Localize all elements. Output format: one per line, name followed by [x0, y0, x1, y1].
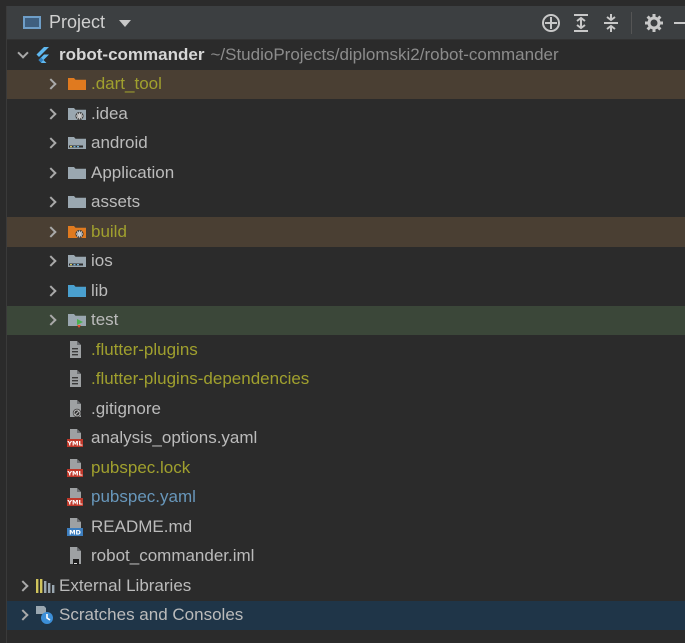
svg-text:YML: YML: [67, 469, 83, 477]
folder-icon: [67, 193, 87, 211]
project-toolbar: Project: [7, 6, 685, 40]
chevron-right-icon[interactable]: [45, 196, 57, 208]
tree-item-label: pubspec.yaml: [91, 487, 196, 507]
tree-file-flutter-plugins-dependencies[interactable]: .flutter-plugins-dependencies: [7, 365, 685, 395]
tree-file-pubspec-yaml[interactable]: YML pubspec.yaml: [7, 483, 685, 513]
svg-text:YML: YML: [67, 499, 83, 507]
collapse-all-icon[interactable]: [597, 9, 625, 37]
hide-icon[interactable]: [674, 21, 685, 24]
iml-file-icon: [67, 547, 87, 566]
ignore-file-icon: [67, 399, 87, 418]
tree-node-scratches-and-consoles[interactable]: Scratches and Consoles: [7, 600, 685, 630]
tree-root[interactable]: robot-commander ~/StudioProjects/diploms…: [7, 40, 685, 70]
tree-node-external-libraries[interactable]: External Libraries: [7, 571, 685, 601]
chevron-down-icon[interactable]: [17, 47, 29, 59]
tree-item-label: build: [91, 221, 127, 241]
tree-file-analysis-options-yaml[interactable]: YML analysis_options.yaml: [7, 424, 685, 454]
tree-folder-idea[interactable]: .idea: [7, 99, 685, 129]
yaml-file-icon: YML: [67, 458, 87, 477]
folder-orange-icon: [67, 75, 87, 93]
yaml-file-icon: YML: [67, 488, 87, 507]
tree-folder-ios[interactable]: ios: [7, 247, 685, 277]
text-file-icon: [67, 340, 87, 359]
gear-icon[interactable]: [640, 9, 668, 37]
folder-test-icon: [67, 311, 87, 329]
markdown-file-icon: MD: [67, 517, 87, 536]
chevron-right-icon[interactable]: [45, 226, 57, 238]
tree-item-label: ios: [91, 251, 113, 271]
chevron-down-icon: [119, 20, 132, 27]
libraries-icon: [35, 577, 55, 595]
tree-item-label: test: [91, 310, 119, 330]
tree-folder-dart-tool[interactable]: .dart_tool: [7, 69, 685, 99]
tree-item-label: .gitignore: [91, 398, 161, 418]
text-file-icon: [67, 370, 87, 388]
yaml-file-icon: YML: [67, 429, 87, 448]
tree-item-label: .flutter-plugins: [91, 339, 198, 359]
svg-text:YML: YML: [67, 440, 83, 448]
project-tool-window: Project robot-commander ~/StudioProjects…: [6, 6, 685, 643]
tree-file-flutter-plugins[interactable]: .flutter-plugins: [7, 335, 685, 365]
folder-settings-icon: [67, 105, 87, 123]
chevron-right-icon[interactable]: [45, 108, 57, 120]
tree-item-label: robot_commander.iml: [91, 546, 255, 566]
tree-node-label: Scratches and Consoles: [59, 605, 244, 625]
tree-item-label: .idea: [91, 103, 128, 123]
tree-file-gitignore[interactable]: .gitignore: [7, 394, 685, 424]
folder-module-icon: [67, 252, 87, 270]
folder-source-icon: [67, 282, 87, 300]
root-name: robot-commander: [59, 44, 205, 64]
tree-folder-test[interactable]: test: [7, 305, 685, 335]
tree-folder-android[interactable]: android: [7, 129, 685, 159]
tree-item-label: pubspec.lock: [91, 457, 191, 477]
flutter-project-icon: [33, 46, 53, 64]
chevron-right-icon[interactable]: [45, 137, 57, 149]
tree-folder-application[interactable]: Application: [7, 158, 685, 188]
toolbar-separator: [631, 11, 632, 34]
tree-file-robot-commander-iml[interactable]: robot_commander.iml: [7, 542, 685, 572]
tree-item-label: assets: [91, 192, 141, 212]
locate-icon[interactable]: [537, 9, 565, 37]
chevron-right-icon[interactable]: [45, 314, 57, 326]
tree-item-label: lib: [91, 280, 109, 300]
tree-item-label: .dart_tool: [91, 74, 162, 94]
folder-icon: [67, 164, 87, 182]
folder-excluded-icon: [67, 223, 87, 241]
tree-item-label: android: [91, 133, 148, 153]
tree-file-readme-md[interactable]: MD README.md: [7, 512, 685, 542]
folder-module-icon: [67, 134, 87, 152]
tree-item-label: .flutter-plugins-dependencies: [91, 369, 310, 389]
chevron-right-icon[interactable]: [45, 285, 57, 297]
project-tree: robot-commander ~/StudioProjects/diploms…: [7, 40, 685, 630]
tree-item-label: analysis_options.yaml: [91, 428, 258, 448]
chevron-right-icon[interactable]: [45, 255, 57, 267]
tree-file-pubspec-lock[interactable]: YML pubspec.lock: [7, 453, 685, 483]
view-selector[interactable]: Project: [7, 12, 132, 33]
chevron-right-icon[interactable]: [17, 609, 29, 621]
chevron-right-icon[interactable]: [45, 78, 57, 90]
chevron-right-icon[interactable]: [45, 167, 57, 179]
tree-folder-build[interactable]: build: [7, 217, 685, 247]
tree-node-label: External Libraries: [59, 575, 192, 595]
project-view-icon: [23, 16, 41, 29]
root-path: ~/StudioProjects/diplomski2/robot-comman…: [210, 44, 559, 64]
chevron-right-icon[interactable]: [17, 580, 29, 592]
tree-item-label: README.md: [91, 516, 193, 536]
svg-text:MD: MD: [69, 528, 81, 536]
scratches-icon: [35, 606, 55, 625]
tree-folder-assets[interactable]: assets: [7, 188, 685, 218]
view-title: Project: [49, 12, 106, 32]
expand-all-icon[interactable]: [567, 9, 595, 37]
tree-folder-lib[interactable]: lib: [7, 276, 685, 306]
tree-item-label: Application: [91, 162, 175, 182]
